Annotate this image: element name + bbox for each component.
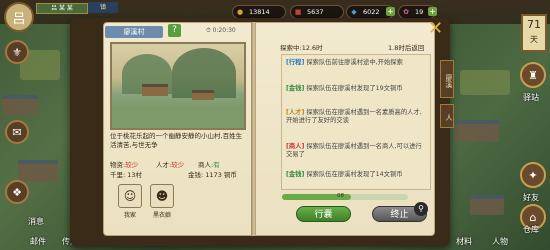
log-tag: [行程] <box>286 59 305 66</box>
avatar-glyph: 吕 <box>12 11 26 27</box>
lock-icon[interactable]: ⚲ <box>414 202 428 216</box>
stamp-value: 5637 <box>307 8 324 16</box>
quest-button[interactable]: ⚜ <box>5 40 29 64</box>
stat-merchant-label: 商人: <box>198 161 214 169</box>
resource-coin[interactable]: ● 13814 <box>232 5 286 19</box>
explore-duration: 探索中:12.6时 <box>280 44 323 52</box>
gold-unit: 铜币 <box>223 171 237 179</box>
nav-mail[interactable]: 邮件 <box>30 236 46 250</box>
nav-characters[interactable]: 人物 <box>492 236 508 250</box>
side-tab-people[interactable]: 人 <box>440 104 454 128</box>
stat-talent: 人才:较少 <box>156 159 184 169</box>
side-tab-village[interactable]: 廖溪 <box>440 60 454 98</box>
character-portrait[interactable]: ☺ <box>118 184 142 208</box>
station-button[interactable]: ♜ <box>520 62 546 88</box>
close-icon[interactable]: ✕ <box>428 20 443 38</box>
nav-messages[interactable]: 消息 <box>28 216 44 230</box>
event-icon: ❖ <box>12 185 22 199</box>
log-entry: [商人] 探索队伍在廖溪村遇到一名商人,可以进行交易了 <box>286 143 426 159</box>
explore-progress-text: 08 <box>337 193 344 199</box>
add-flower-button[interactable]: + <box>428 7 437 16</box>
event-button[interactable]: ❖ <box>5 180 29 204</box>
friends-button[interactable]: ✦ <box>520 162 546 188</box>
character-portrait[interactable]: ☻ <box>150 184 174 208</box>
village-description: 位于桃花乐起的一个幽静安静的小山村,百姓生活清苦,与世无争 <box>110 132 243 149</box>
day-counter[interactable]: 71 天 <box>521 14 547 52</box>
warehouse-icon: ⌂ <box>529 210 537 224</box>
log-text: 探索队伍在廖溪村遇到一名商人,可以进行交易了 <box>286 143 422 158</box>
friends-icon: ✦ <box>528 168 538 182</box>
character-icon: ☻ <box>155 189 169 203</box>
day-unit: 天 <box>530 35 538 44</box>
log-entry: [金钱] 探索队伍在廖溪村发现了19文铜币 <box>286 85 426 93</box>
nav-materials[interactable]: 材料 <box>456 236 472 250</box>
book-content: 廖溪村 ? ⏱ 0:20:30 位于桃花乐起的一个幽静安静的小山村,百姓生活清苦… <box>70 18 454 246</box>
log-tag: [金钱] <box>286 171 305 178</box>
gem-icon: ◆ <box>351 8 357 16</box>
resource-stamp[interactable]: ■ 5637 <box>290 5 344 19</box>
coin-value: 13814 <box>249 8 270 16</box>
day-number: 71 <box>527 18 541 31</box>
gold-info: 金钱: 1173 铜币 <box>188 170 237 180</box>
log-text: 探索队伍在廖溪村发现了14文铜币 <box>306 171 403 178</box>
explore-return: 1.8时后返回 <box>388 44 425 52</box>
add-gem-button[interactable]: + <box>386 7 395 16</box>
stat-supplies-label: 物资: <box>110 161 126 169</box>
mail-button[interactable]: ✉ <box>5 120 29 144</box>
character-name: 我家 <box>123 212 136 219</box>
quest-icon: ⚜ <box>12 45 22 59</box>
log-text: 探索队伍在廖溪村遇到一名素质高的人才,开始进行了友好的交谈 <box>286 109 422 124</box>
exploration-log[interactable]: [行程] 探索队伍前往廖溪村途中,开始探索 [金钱] 探索队伍在廖溪村发现了19… <box>281 54 431 190</box>
log-entry: [人才] 探索队伍在廖溪村遇到一名素质高的人才,开始进行了友好的交谈 <box>286 109 426 125</box>
log-entry: [行程] 探索队伍前往廖溪村途中,开始探索 <box>286 59 426 67</box>
station-label: 驿站 <box>523 93 539 102</box>
flower-value: 19 <box>415 8 424 16</box>
player-avatar[interactable]: 吕 <box>4 2 34 32</box>
stat-merchant-value: 有 <box>213 161 220 169</box>
stat-talent-label: 人才: <box>156 161 172 169</box>
log-tag: [商人] <box>286 143 305 150</box>
pack-button[interactable]: 行囊 <box>296 206 351 222</box>
explore-timer: ⏱ 0:20:30 <box>206 27 236 34</box>
player-name: 吕 某 某 <box>36 3 88 14</box>
character-name: 黑衣娘 <box>152 212 171 219</box>
explore-progress-bar <box>282 194 408 200</box>
log-tag: [金钱] <box>286 85 305 92</box>
stat-merchant: 商人:有 <box>198 159 220 169</box>
flower-icon: ✿ <box>403 8 409 16</box>
stat-talent-value: 较少 <box>171 161 185 169</box>
help-icon[interactable]: ? <box>168 24 181 37</box>
station-icon: ♜ <box>528 68 538 82</box>
resource-gem[interactable]: ◆ 6022 + <box>346 5 395 19</box>
people-info: 千里: 13村 <box>110 170 142 180</box>
mail-icon: ✉ <box>12 125 22 139</box>
coin-icon: ● <box>236 8 244 16</box>
village-illustration <box>110 42 246 130</box>
people-count: 13村 <box>127 171 143 179</box>
stat-supplies-value: 较少 <box>125 161 139 169</box>
log-entry: [金钱] 探索队伍在廖溪村发现了14文铜币 <box>286 171 426 179</box>
resource-flower[interactable]: ✿ 19 + <box>398 5 437 19</box>
log-tag: [人才] <box>286 109 305 116</box>
stat-supplies: 物资:较少 <box>110 159 138 169</box>
friends-label: 好友 <box>523 193 539 202</box>
village-name: 廖溪村 <box>105 26 163 38</box>
timer-value: 0:20:30 <box>212 27 236 34</box>
stamp-icon: ■ <box>294 8 302 16</box>
gold-label: 金钱: <box>188 171 204 179</box>
gem-value: 6022 <box>363 8 380 16</box>
warehouse-label: 仓库 <box>523 225 539 234</box>
gold-value: 1173 <box>205 171 222 179</box>
character-icon: ☺ <box>123 189 137 203</box>
log-text: 探索队伍前往廖溪村途中,开始探索 <box>306 59 403 66</box>
log-text: 探索队伍在廖溪村发现了19文铜币 <box>306 85 403 92</box>
player-title: 镇 <box>88 2 118 13</box>
people-label: 千里: <box>110 171 126 179</box>
